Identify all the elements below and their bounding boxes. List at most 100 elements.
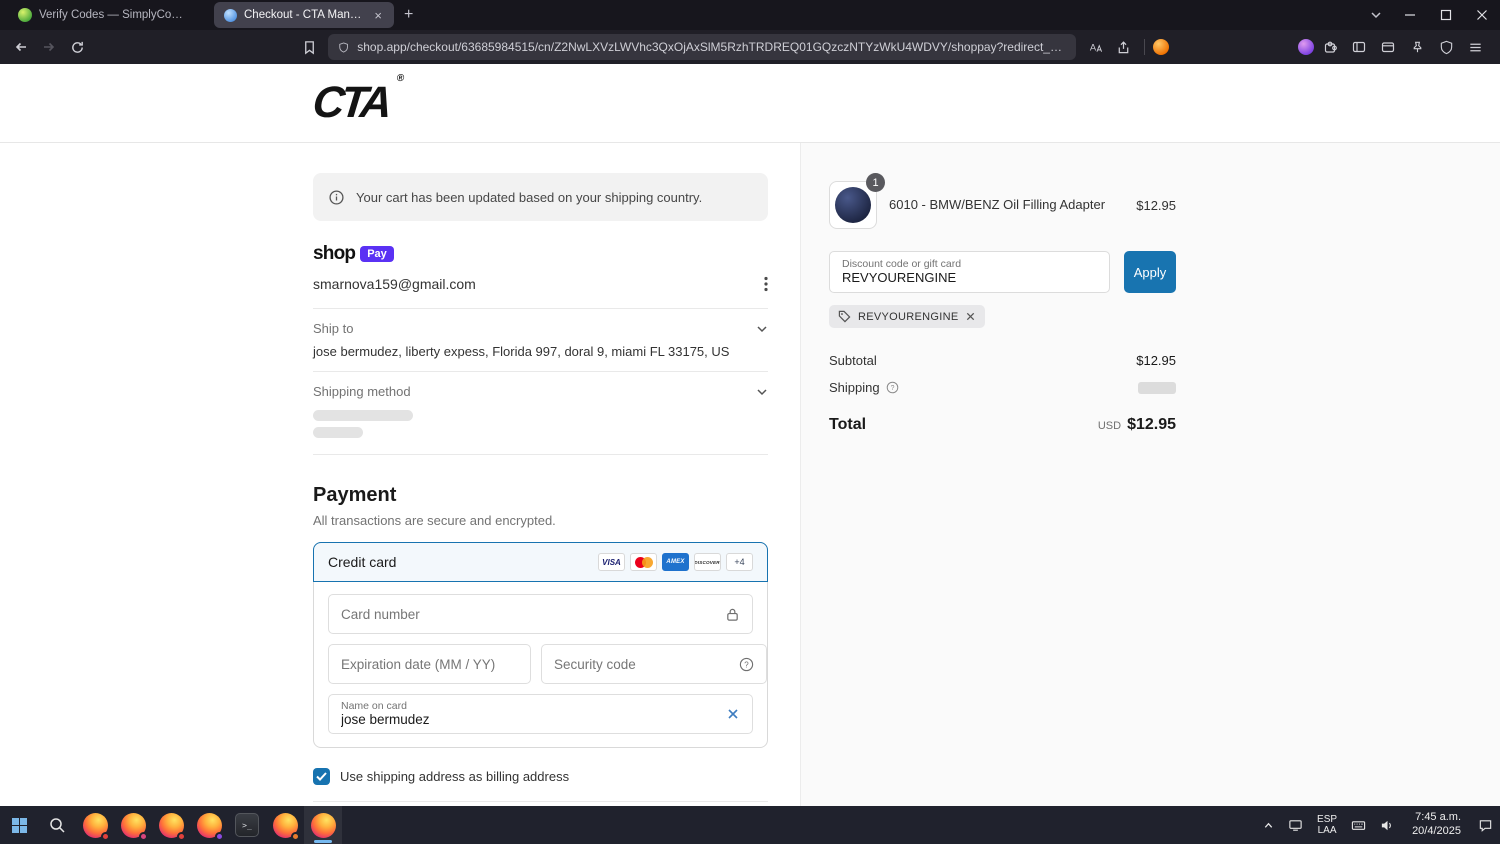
search-icon bbox=[49, 817, 65, 833]
skeleton-bar bbox=[313, 410, 413, 421]
card-number-field[interactable] bbox=[328, 594, 753, 634]
sidebar-icon[interactable] bbox=[1346, 34, 1372, 60]
back-button[interactable] bbox=[8, 34, 34, 60]
total-row: Total USD $12.95 bbox=[829, 416, 1176, 434]
discount-code-input[interactable] bbox=[842, 270, 1097, 286]
url-text: shop.app/checkout/63685984515/cn/Z2NwLXV… bbox=[357, 40, 1066, 54]
kebab-menu-icon[interactable] bbox=[764, 276, 768, 292]
billing-address-checkbox-row[interactable]: Use shipping address as billing address bbox=[313, 768, 768, 785]
reload-button[interactable] bbox=[64, 34, 90, 60]
payment-title: Payment bbox=[313, 484, 397, 506]
expiration-input[interactable] bbox=[341, 656, 518, 672]
search-button[interactable] bbox=[38, 806, 76, 844]
language-indicator[interactable]: ESP LAA bbox=[1310, 806, 1344, 844]
taskbar-app-terminal[interactable]: >_ bbox=[228, 806, 266, 844]
taskbar-app-firefox-2[interactable] bbox=[114, 806, 152, 844]
windows-logo-icon bbox=[11, 817, 27, 833]
shipping-method-label: Shipping method bbox=[313, 384, 411, 399]
shipping-row: Shipping ? bbox=[829, 380, 1176, 395]
name-on-card-input[interactable] bbox=[341, 712, 718, 728]
apply-button[interactable]: Apply bbox=[1124, 251, 1176, 293]
ship-to-section[interactable]: Ship to jose bermudez, liberty expess, F… bbox=[313, 309, 768, 371]
card-number-input[interactable] bbox=[341, 606, 717, 622]
tray-expand-chevron-icon[interactable] bbox=[1256, 806, 1281, 844]
volume-icon[interactable] bbox=[1373, 806, 1402, 844]
menu-hamburger-icon[interactable] bbox=[1462, 34, 1488, 60]
help-icon[interactable]: ? bbox=[739, 657, 754, 672]
cart-item: 1 6010 - BMW/BENZ Oil Filling Adapter $1… bbox=[829, 173, 1176, 229]
maximize-button[interactable] bbox=[1428, 0, 1464, 30]
tab-title: Verify Codes — SimplyCodes bbox=[39, 9, 188, 21]
more-cards-badge[interactable]: +4 bbox=[726, 553, 753, 571]
extension-purple-icon[interactable] bbox=[1298, 39, 1314, 55]
taskbar-app-firefox-3[interactable] bbox=[152, 806, 190, 844]
billing-address-checkbox[interactable] bbox=[313, 768, 330, 785]
windows-taskbar: >_ ESP LAA 7:45 a.m. 20/4/2025 bbox=[0, 806, 1500, 844]
tab-checkout[interactable]: Checkout - CTA Manufacturing × bbox=[214, 2, 394, 28]
skeleton-bar bbox=[313, 427, 363, 438]
bookmark-icon[interactable] bbox=[296, 34, 322, 60]
subtotal-value: $12.95 bbox=[1136, 353, 1176, 368]
mastercard-icon bbox=[630, 553, 657, 571]
shield-icon bbox=[339, 41, 348, 53]
total-value: $12.95 bbox=[1127, 416, 1176, 433]
taskbar-app-firefox-1[interactable] bbox=[76, 806, 114, 844]
tray-display-icon[interactable] bbox=[1281, 806, 1310, 844]
wallet-icon[interactable] bbox=[1375, 34, 1401, 60]
divider bbox=[313, 801, 768, 802]
close-window-button[interactable] bbox=[1464, 0, 1500, 30]
subtotal-label: Subtotal bbox=[829, 353, 877, 368]
divider bbox=[313, 454, 768, 455]
tab-simplycodes[interactable]: Verify Codes — SimplyCodes bbox=[8, 0, 198, 30]
quantity-badge: 1 bbox=[866, 173, 885, 192]
taskbar-app-firefox-4[interactable] bbox=[190, 806, 228, 844]
expiration-field[interactable] bbox=[328, 644, 531, 684]
shipping-method-section[interactable]: Shipping method bbox=[313, 372, 768, 450]
forward-button[interactable] bbox=[36, 34, 62, 60]
registered-mark: ® bbox=[396, 73, 405, 85]
touch-keyboard-icon[interactable] bbox=[1344, 806, 1373, 844]
tab-list-chevron-icon[interactable] bbox=[1360, 9, 1392, 21]
skeleton-bar bbox=[1138, 381, 1176, 394]
customer-email: smarnova159@gmail.com bbox=[313, 276, 476, 292]
subtotal-row: Subtotal $12.95 bbox=[829, 353, 1176, 368]
url-bar[interactable]: shop.app/checkout/63685984515/cn/Z2NwLXV… bbox=[328, 34, 1076, 60]
svg-text:?: ? bbox=[890, 385, 894, 392]
taskbar-app-firefox-5[interactable] bbox=[266, 806, 304, 844]
new-tab-button[interactable]: + bbox=[394, 0, 423, 30]
logo-text: CTA bbox=[310, 78, 391, 127]
credit-card-option[interactable]: Credit card VISA AMEX DISCOVER +4 bbox=[313, 542, 768, 582]
pin-icon[interactable] bbox=[1404, 34, 1430, 60]
extension-orange-icon[interactable] bbox=[1153, 39, 1169, 55]
start-button[interactable] bbox=[0, 806, 38, 844]
payment-subtitle: All transactions are secure and encrypte… bbox=[313, 513, 556, 528]
chevron-down-icon[interactable] bbox=[756, 323, 768, 335]
info-icon bbox=[329, 189, 344, 205]
name-on-card-field[interactable]: Name on card bbox=[328, 694, 753, 734]
protection-shield-icon[interactable] bbox=[1433, 34, 1459, 60]
share-icon[interactable] bbox=[1110, 34, 1136, 60]
chevron-down-icon[interactable] bbox=[756, 386, 768, 398]
security-code-input[interactable] bbox=[554, 656, 731, 672]
tab-title: Checkout - CTA Manufacturing bbox=[244, 9, 366, 21]
currency-code: USD bbox=[1097, 420, 1122, 432]
notification-center-icon[interactable] bbox=[1471, 806, 1500, 844]
clear-icon[interactable] bbox=[726, 707, 740, 721]
profile-badge bbox=[101, 832, 110, 841]
name-on-card-label: Name on card bbox=[341, 699, 407, 712]
browser-tab-bar: Verify Codes — SimplyCodes Checkout - CT… bbox=[0, 0, 1500, 30]
extensions-puzzle-icon[interactable] bbox=[1317, 34, 1343, 60]
translate-icon[interactable]: A bbox=[1082, 34, 1108, 60]
taskbar-app-firefox-active[interactable] bbox=[304, 806, 342, 844]
tab-close-icon[interactable]: × bbox=[372, 8, 384, 23]
minimize-button[interactable] bbox=[1392, 0, 1428, 30]
keyboard-layout: LAA bbox=[1317, 825, 1337, 836]
firefox-icon bbox=[310, 812, 336, 838]
help-icon[interactable]: ? bbox=[886, 381, 899, 394]
remove-discount-icon[interactable] bbox=[965, 311, 976, 322]
clock[interactable]: 7:45 a.m. 20/4/2025 bbox=[1402, 806, 1471, 844]
security-code-field[interactable]: ? bbox=[541, 644, 767, 684]
profile-badge bbox=[177, 832, 186, 841]
discount-code-field[interactable]: Discount code or gift card bbox=[829, 251, 1110, 293]
browser-nav-bar: shop.app/checkout/63685984515/cn/Z2NwLXV… bbox=[0, 30, 1500, 64]
